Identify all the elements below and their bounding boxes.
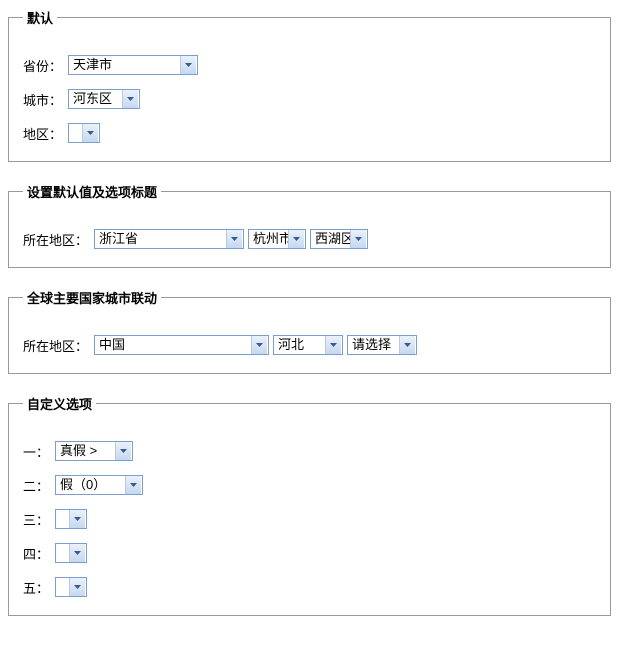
- row-city: 城市： 河东区: [23, 89, 596, 109]
- chevron-down-icon: [82, 124, 98, 142]
- fieldset-custom: 自定义选项 一： 真假 > 二： 假（0） 三： 四： 五：: [8, 394, 611, 616]
- select-district2[interactable]: 西湖区: [310, 229, 368, 249]
- chevron-down-icon: [350, 230, 366, 248]
- chevron-down-icon: [115, 442, 131, 460]
- select-custom-2[interactable]: 假（0）: [55, 475, 143, 495]
- chevron-down-icon: [125, 476, 141, 494]
- select-region-value: 河北: [274, 336, 325, 354]
- chevron-down-icon: [325, 336, 341, 354]
- select-city[interactable]: 河东区: [68, 89, 140, 109]
- select-custom-1[interactable]: 真假 >: [55, 441, 133, 461]
- legend-global: 全球主要国家城市联动: [23, 288, 161, 307]
- select-custom-2-value: 假（0）: [56, 476, 125, 494]
- select-province2[interactable]: 浙江省: [94, 229, 244, 249]
- select-district2-value: 西湖区: [311, 230, 350, 248]
- chevron-down-icon: [288, 230, 304, 248]
- row-custom-2: 二： 假（0）: [23, 475, 596, 495]
- label-custom-3: 三：: [23, 510, 49, 529]
- select-province2-value: 浙江省: [95, 230, 226, 248]
- fieldset-defaults-title: 设置默认值及选项标题 所在地区： 浙江省 杭州市 西湖区: [8, 182, 611, 268]
- select-custom-3[interactable]: [55, 509, 87, 529]
- row-district: 地区：: [23, 123, 596, 143]
- select-province-value: 天津市: [69, 56, 180, 74]
- legend-custom: 自定义选项: [23, 394, 96, 413]
- label-province: 省份：: [23, 56, 62, 75]
- select-custom-4[interactable]: [55, 543, 87, 563]
- select-custom-1-value: 真假 >: [56, 442, 115, 460]
- legend-default: 默认: [23, 8, 57, 27]
- label-city: 城市：: [23, 90, 62, 109]
- label-custom-4: 四：: [23, 544, 49, 563]
- row-custom-1: 一： 真假 >: [23, 441, 596, 461]
- select-country[interactable]: 中国: [94, 335, 269, 355]
- chevron-down-icon: [399, 336, 415, 354]
- select-province[interactable]: 天津市: [68, 55, 198, 75]
- chevron-down-icon: [122, 90, 138, 108]
- fieldset-global: 全球主要国家城市联动 所在地区： 中国 河北 请选择: [8, 288, 611, 374]
- select-country-value: 中国: [95, 336, 251, 354]
- select-city2-value: 杭州市: [249, 230, 288, 248]
- row-province: 省份： 天津市: [23, 55, 596, 75]
- label-global: 所在地区：: [23, 336, 88, 355]
- chevron-down-icon: [69, 544, 85, 562]
- select-global-city[interactable]: 请选择: [347, 335, 417, 355]
- legend-defaults-title: 设置默认值及选项标题: [23, 182, 161, 201]
- chevron-down-icon: [226, 230, 242, 248]
- row-global: 所在地区： 中国 河北 请选择: [23, 335, 596, 355]
- row-custom-3: 三：: [23, 509, 596, 529]
- select-region[interactable]: 河北: [273, 335, 343, 355]
- select-global-city-value: 请选择: [348, 336, 399, 354]
- label-custom-1: 一：: [23, 442, 49, 461]
- row-custom-5: 五：: [23, 577, 596, 597]
- select-city-value: 河东区: [69, 90, 122, 108]
- row-custom-4: 四：: [23, 543, 596, 563]
- row-region2: 所在地区： 浙江省 杭州市 西湖区: [23, 229, 596, 249]
- chevron-down-icon: [69, 510, 85, 528]
- label-district: 地区：: [23, 124, 62, 143]
- label-custom-5: 五：: [23, 578, 49, 597]
- chevron-down-icon: [251, 336, 267, 354]
- select-city2[interactable]: 杭州市: [248, 229, 306, 249]
- select-district[interactable]: [68, 123, 100, 143]
- label-region2: 所在地区：: [23, 230, 88, 249]
- label-custom-2: 二：: [23, 476, 49, 495]
- chevron-down-icon: [69, 578, 85, 596]
- chevron-down-icon: [180, 56, 196, 74]
- fieldset-default: 默认 省份： 天津市 城市： 河东区 地区：: [8, 8, 611, 162]
- select-custom-5[interactable]: [55, 577, 87, 597]
